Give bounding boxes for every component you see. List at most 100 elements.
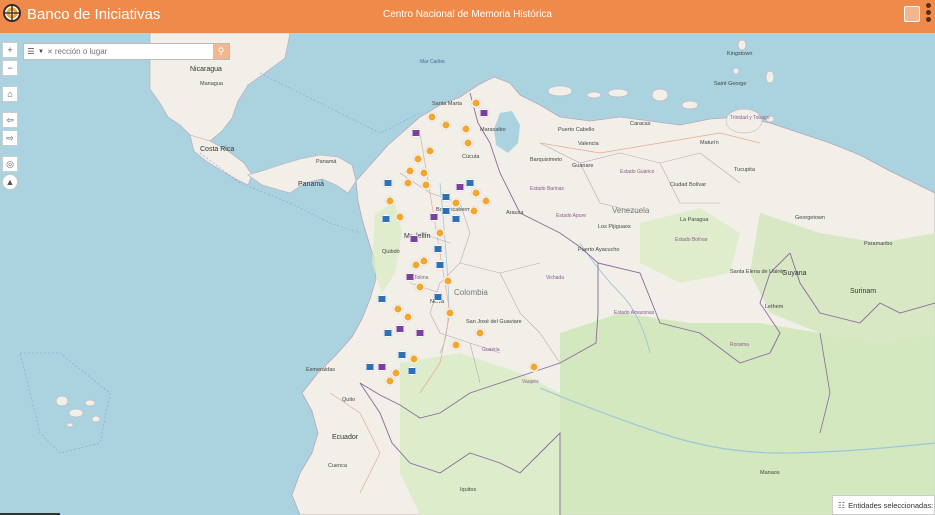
marker-orange[interactable] bbox=[420, 179, 432, 191]
label-manaus: Manaos bbox=[760, 470, 780, 476]
source-select-icon[interactable]: ☰ bbox=[24, 47, 38, 56]
chevron-down-icon[interactable]: ▼ bbox=[38, 49, 44, 55]
label-quibdo: Quibdó bbox=[382, 249, 400, 255]
marker-purple[interactable] bbox=[410, 127, 422, 139]
marker-orange[interactable] bbox=[394, 211, 406, 223]
locate-icon[interactable]: ◎ bbox=[2, 156, 18, 172]
marker-orange[interactable] bbox=[440, 119, 452, 131]
label-amazonas-state: Estado Amazonas bbox=[614, 310, 655, 316]
marker-orange[interactable] bbox=[474, 327, 486, 339]
marker-orange[interactable] bbox=[450, 339, 462, 351]
marker-orange[interactable] bbox=[424, 145, 436, 157]
marker-blue[interactable] bbox=[450, 213, 462, 225]
marker-blue[interactable] bbox=[464, 177, 476, 189]
label-guainia: Guainía bbox=[482, 347, 500, 353]
label-iquitos: Iquitos bbox=[460, 487, 476, 493]
marker-orange[interactable] bbox=[442, 275, 454, 287]
label-maracaibo: Maracaibo bbox=[480, 127, 506, 133]
label-bolivar-state: Estado Bolívar bbox=[675, 237, 708, 243]
marker-purple[interactable] bbox=[404, 271, 416, 283]
label-kingstown: Kingstown bbox=[727, 51, 752, 57]
label-nicaragua: Nicaragua bbox=[190, 66, 222, 73]
compass-icon[interactable]: ▲ bbox=[2, 174, 18, 190]
home-icon[interactable]: ⌂ bbox=[2, 86, 18, 102]
label-guyana: Guyana bbox=[782, 270, 807, 277]
marker-orange[interactable] bbox=[470, 187, 482, 199]
marker-orange[interactable] bbox=[402, 311, 414, 323]
zoom-in-button[interactable]: + bbox=[2, 42, 18, 58]
marker-orange[interactable] bbox=[384, 375, 396, 387]
clear-icon[interactable]: ✕ bbox=[47, 48, 53, 56]
label-puerto-cabello: Puerto Cabello bbox=[558, 127, 594, 133]
label-lethem: Lethem bbox=[765, 304, 784, 310]
marker-orange[interactable] bbox=[410, 259, 422, 271]
marker-blue[interactable] bbox=[376, 293, 388, 305]
back-arrow-icon[interactable]: ⇦ bbox=[2, 112, 18, 128]
marker-orange[interactable] bbox=[414, 281, 426, 293]
marker-blue[interactable] bbox=[440, 205, 452, 217]
marker-orange[interactable] bbox=[384, 195, 396, 207]
marker-orange[interactable] bbox=[412, 153, 424, 165]
marker-blue[interactable] bbox=[440, 191, 452, 203]
search-input[interactable] bbox=[54, 44, 213, 59]
marker-purple[interactable] bbox=[394, 323, 406, 335]
user-button[interactable] bbox=[904, 6, 920, 22]
marker-purple[interactable] bbox=[376, 361, 388, 373]
label-cucuta: Cúcuta bbox=[462, 154, 480, 160]
search-icon[interactable]: ⚲ bbox=[213, 44, 229, 59]
marker-orange[interactable] bbox=[480, 195, 492, 207]
marker-blue[interactable] bbox=[382, 327, 394, 339]
label-guanare: Guanare bbox=[572, 163, 593, 169]
marker-blue[interactable] bbox=[406, 365, 418, 377]
label-puerto-ayacucho: Puerto Ayacucho bbox=[578, 247, 619, 253]
marker-orange[interactable] bbox=[418, 167, 430, 179]
marker-orange[interactable] bbox=[528, 361, 540, 373]
marker-blue[interactable] bbox=[380, 213, 392, 225]
label-barquisimeto: Barquisimeto bbox=[530, 157, 562, 163]
label-tucupita: Tucupita bbox=[734, 167, 756, 173]
marker-orange[interactable] bbox=[468, 205, 480, 217]
entidades-panel[interactable]: ☷ Entidades seleccionadas: bbox=[832, 495, 935, 515]
marker-orange[interactable] bbox=[392, 303, 404, 315]
label-paramaribo: Paramaribo bbox=[864, 241, 892, 247]
label-georgetown: Georgetown bbox=[795, 215, 825, 221]
marker-orange[interactable] bbox=[462, 137, 474, 149]
label-saint-george: Saint George bbox=[714, 81, 746, 87]
zoom-out-button[interactable]: − bbox=[2, 60, 18, 76]
label-trinidad: Trinidad y Tobago bbox=[730, 115, 770, 121]
marker-blue[interactable] bbox=[382, 177, 394, 189]
label-los-pijiguaos: Los Pijiguaos bbox=[598, 224, 631, 230]
forward-arrow-icon[interactable]: ⇨ bbox=[2, 130, 18, 146]
entidades-label: Entidades seleccionadas: bbox=[848, 500, 934, 510]
marker-orange[interactable] bbox=[460, 123, 472, 135]
more-menu-icon[interactable] bbox=[925, 3, 933, 24]
marker-purple[interactable] bbox=[454, 181, 466, 193]
marker-blue[interactable] bbox=[396, 349, 408, 361]
label-vaupes: Vaupés bbox=[522, 379, 539, 385]
marker-orange[interactable] bbox=[450, 197, 462, 209]
marker-blue[interactable] bbox=[434, 259, 446, 271]
marker-orange[interactable] bbox=[434, 227, 446, 239]
marker-blue[interactable] bbox=[432, 291, 444, 303]
marker-purple[interactable] bbox=[408, 233, 420, 245]
marker-purple[interactable] bbox=[478, 107, 490, 119]
marker-orange[interactable] bbox=[402, 177, 414, 189]
marker-blue[interactable] bbox=[432, 243, 444, 255]
label-esmeraldas: Esmeraldas bbox=[306, 367, 335, 373]
label-maturin: Maturín bbox=[700, 140, 719, 146]
label-quito: Quito bbox=[342, 397, 355, 403]
label-arauca: Arauca bbox=[506, 210, 524, 216]
map-view[interactable]: Nicaragua Managua Costa Rica Panamá Pana… bbox=[0, 33, 935, 515]
label-roraima: Roraima bbox=[730, 342, 749, 348]
marker-purple[interactable] bbox=[428, 211, 440, 223]
marker-orange[interactable] bbox=[404, 165, 416, 177]
marker-orange[interactable] bbox=[408, 353, 420, 365]
marker-orange[interactable] bbox=[470, 97, 482, 109]
map-tools: + − ⌂ ⇦ ⇨ ◎ ▲ bbox=[2, 42, 18, 192]
map-canvas[interactable]: Nicaragua Managua Costa Rica Panamá Pana… bbox=[0, 33, 935, 515]
marker-orange[interactable] bbox=[444, 307, 456, 319]
marker-orange[interactable] bbox=[426, 111, 438, 123]
marker-purple[interactable] bbox=[414, 327, 426, 339]
label-santa-marta: Santa Marta bbox=[432, 101, 463, 107]
marker-blue[interactable] bbox=[364, 361, 376, 373]
